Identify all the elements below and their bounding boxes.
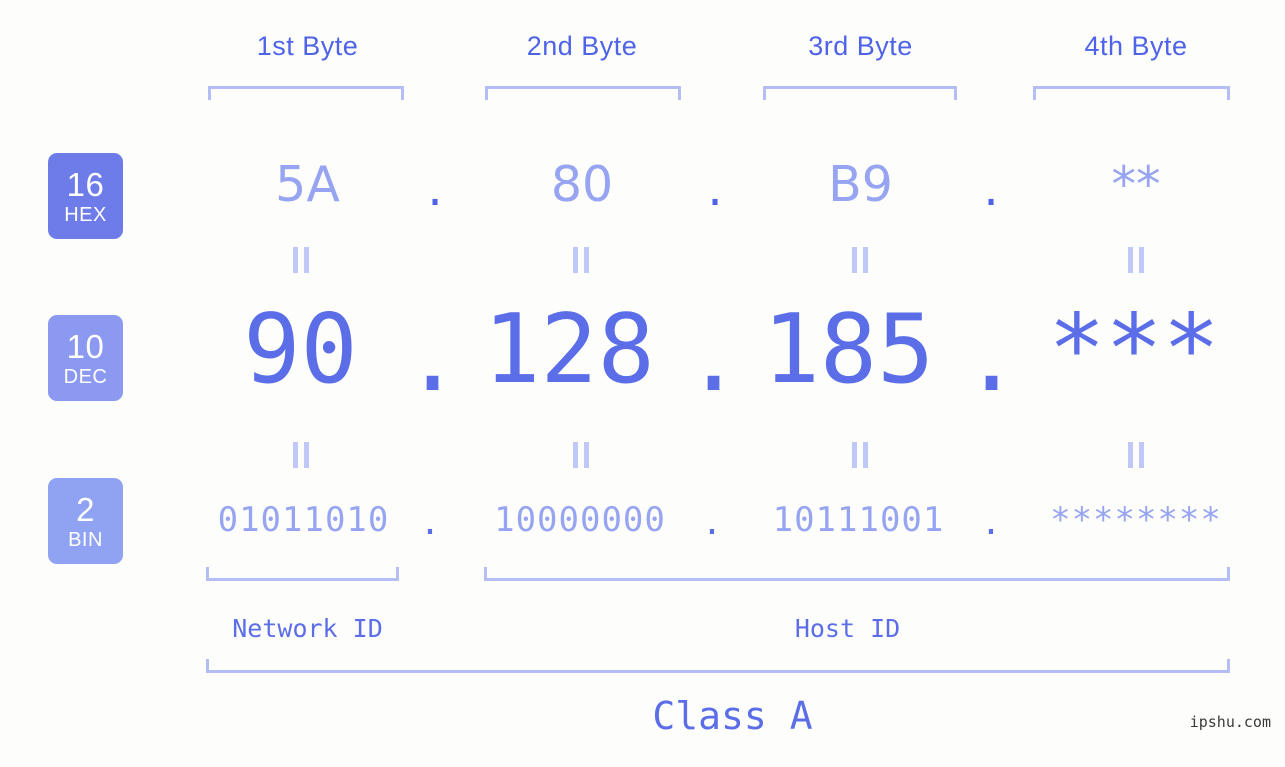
equals-connector-dec-bin-1 [293, 442, 309, 468]
radix-badge-bin-number: 2 [76, 490, 95, 528]
bin-separator-3: . [980, 503, 1002, 543]
byte-header-3: 3rd Byte [808, 31, 913, 61]
hex-byte-2-value: 80 [550, 156, 614, 213]
dec-separator-1: . [404, 303, 462, 413]
bin-byte-1-value: 01011010 [217, 500, 390, 540]
equals-connector-dec-bin-4 [1128, 442, 1144, 468]
dec-separator-3: . [963, 303, 1021, 413]
byte-bracket-1-icon [208, 86, 404, 100]
radix-badge-dec-unit: DEC [63, 365, 108, 388]
site-watermark: ipshu.com [1189, 713, 1271, 731]
radix-badge-bin-unit: BIN [68, 528, 103, 551]
bin-byte-2-value: 10000000 [494, 500, 666, 540]
bin-separator-2: . [701, 503, 723, 543]
dec-byte-2-value: 128 [483, 295, 655, 405]
byte-bracket-4-icon [1033, 86, 1230, 100]
class-bracket-icon [206, 659, 1230, 673]
dec-byte-4-value: *** [1048, 295, 1220, 405]
radix-badge-hex-unit: HEX [64, 203, 107, 226]
dec-separator-2: . [685, 303, 743, 413]
bin-byte-3-value: 10111001 [772, 500, 945, 540]
dec-byte-3-value: 185 [762, 295, 935, 405]
host-id-bracket-icon [484, 567, 1230, 581]
radix-badge-bin: 2 BIN [48, 478, 123, 564]
byte-bracket-2-icon [485, 86, 681, 100]
radix-badge-hex-number: 16 [66, 165, 105, 203]
equals-connector-hex-dec-4 [1128, 247, 1144, 273]
equals-connector-dec-bin-2 [573, 442, 589, 468]
hex-byte-1-value: 5A [275, 156, 340, 213]
hex-byte-4-value: ** [1111, 156, 1161, 213]
byte-header-2: 2nd Byte [526, 31, 638, 61]
hex-separator-3: . [983, 160, 999, 217]
byte-header-1: 1st Byte [256, 31, 359, 61]
equals-connector-hex-dec-2 [573, 247, 589, 273]
equals-connector-hex-dec-1 [293, 247, 309, 273]
network-id-bracket-icon [206, 567, 399, 581]
network-id-label: Network ID [232, 614, 383, 643]
bin-byte-4-value: ******** [1050, 500, 1222, 540]
hex-separator-2: . [707, 160, 723, 217]
radix-badge-dec: 10 DEC [48, 315, 123, 401]
ip-breakdown-diagram: 1st Byte 2nd Byte 3rd Byte 4th Byte 16 H… [0, 0, 1285, 767]
radix-badge-dec-number: 10 [66, 327, 105, 365]
byte-bracket-3-icon [763, 86, 957, 100]
radix-badge-hex: 16 HEX [48, 153, 123, 239]
equals-connector-dec-bin-3 [852, 442, 868, 468]
hex-separator-1: . [427, 160, 443, 217]
dec-byte-1-value: 90 [243, 295, 358, 405]
hex-byte-3-value: B9 [828, 156, 893, 213]
equals-connector-hex-dec-3 [852, 247, 868, 273]
bin-separator-1: . [419, 503, 441, 543]
host-id-label: Host ID [794, 614, 901, 643]
byte-header-4: 4th Byte [1084, 31, 1188, 61]
class-label: Class A [652, 694, 813, 738]
